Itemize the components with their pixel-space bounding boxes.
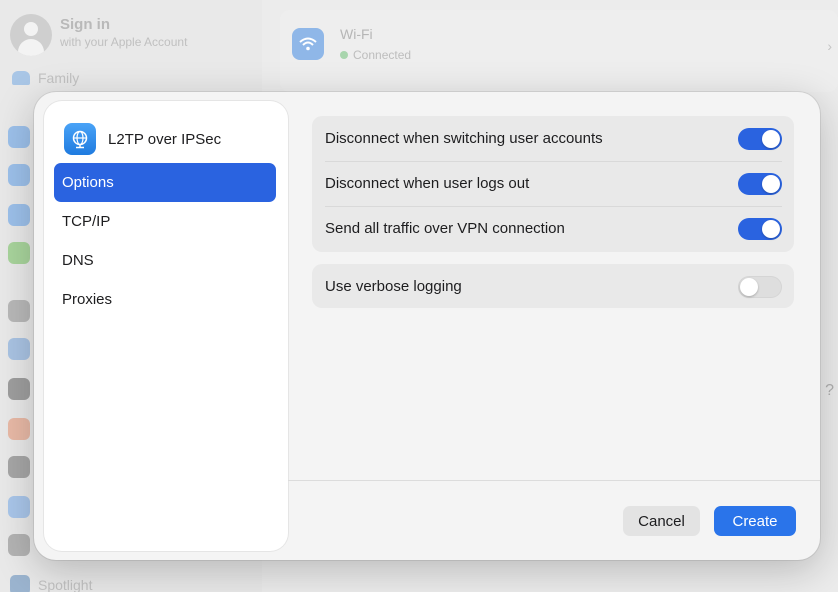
create-button[interactable]: Create xyxy=(714,506,796,536)
control-center-sidebar-icon xyxy=(8,378,30,400)
option-label: Disconnect when user logs out xyxy=(325,175,530,192)
desktop-dock-sidebar-icon xyxy=(8,456,30,478)
verbose-logging-toggle[interactable] xyxy=(738,275,782,298)
option-row: Disconnect when user logs out xyxy=(312,161,794,206)
bluetooth-sidebar-icon xyxy=(8,164,30,186)
sidebar-item-spotlight-label: Spotlight xyxy=(38,577,93,592)
toggle-knob xyxy=(762,174,780,193)
sidebar-item-family[interactable]: Family xyxy=(12,70,79,86)
footer-divider xyxy=(288,480,820,481)
sheet-title: L2TP over IPSec xyxy=(108,130,222,148)
tab-proxies[interactable]: Proxies xyxy=(54,280,276,319)
toggle-knob xyxy=(740,277,758,296)
displays-sidebar-icon xyxy=(8,496,30,518)
accessibility-sidebar-icon xyxy=(8,338,30,360)
option-row: Use verbose logging xyxy=(312,264,794,309)
wifi-status-text: Connected xyxy=(353,48,412,62)
toggle-knob xyxy=(762,219,780,238)
option-label: Send all traffic over VPN connection xyxy=(325,220,565,237)
tab-dns[interactable]: DNS xyxy=(54,241,276,280)
wifi-sidebar-icon xyxy=(8,126,30,148)
battery-sidebar-icon xyxy=(8,242,30,264)
option-label: Use verbose logging xyxy=(325,278,462,295)
connected-dot-icon xyxy=(340,51,348,59)
general-sidebar-icon xyxy=(8,300,30,322)
vpn-config-sheet: L2TP over IPSec Options TCP/IP DNS Proxi… xyxy=(34,92,820,560)
sheet-header: L2TP over IPSec xyxy=(64,123,221,155)
appearance-sidebar-icon xyxy=(8,418,30,440)
sheet-sidebar: L2TP over IPSec Options TCP/IP DNS Proxi… xyxy=(44,101,288,551)
disconnect-switching-accounts-toggle[interactable] xyxy=(738,127,782,150)
wifi-title: Wi-Fi xyxy=(340,26,373,42)
sheet-nav: Options TCP/IP DNS Proxies xyxy=(54,163,276,319)
option-row: Send all traffic over VPN connection xyxy=(312,206,794,251)
tab-tcp-ip[interactable]: TCP/IP xyxy=(54,202,276,241)
send-all-traffic-toggle[interactable] xyxy=(738,217,782,240)
option-label: Disconnect when switching user accounts xyxy=(325,130,603,147)
disconnect-logout-toggle[interactable] xyxy=(738,172,782,195)
screen-saver-sidebar-icon xyxy=(8,534,30,556)
logging-group: Use verbose logging xyxy=(312,264,794,308)
spotlight-icon xyxy=(10,575,30,592)
avatar-icon xyxy=(10,14,52,56)
family-icon xyxy=(12,71,30,85)
tab-options[interactable]: Options xyxy=(54,163,276,202)
sidebar-item-family-label: Family xyxy=(38,70,80,86)
vpn-globe-icon xyxy=(64,123,96,155)
toggle-knob xyxy=(762,129,780,148)
sign-in-title: Sign in xyxy=(60,16,110,33)
chevron-right-icon: › xyxy=(827,38,832,54)
cancel-button[interactable]: Cancel xyxy=(623,506,700,536)
option-row: Disconnect when switching user accounts xyxy=(312,116,794,161)
sign-in-item[interactable]: Sign in with your Apple Account xyxy=(10,14,187,56)
network-sidebar-icon xyxy=(8,204,30,226)
sidebar-item-spotlight[interactable]: Spotlight xyxy=(10,575,92,592)
sign-in-subtitle: with your Apple Account xyxy=(60,35,188,49)
wifi-status: Connected xyxy=(340,48,411,62)
wifi-icon xyxy=(292,28,324,60)
options-group: Disconnect when switching user accounts … xyxy=(312,116,794,252)
help-icon[interactable]: ? xyxy=(825,382,834,400)
